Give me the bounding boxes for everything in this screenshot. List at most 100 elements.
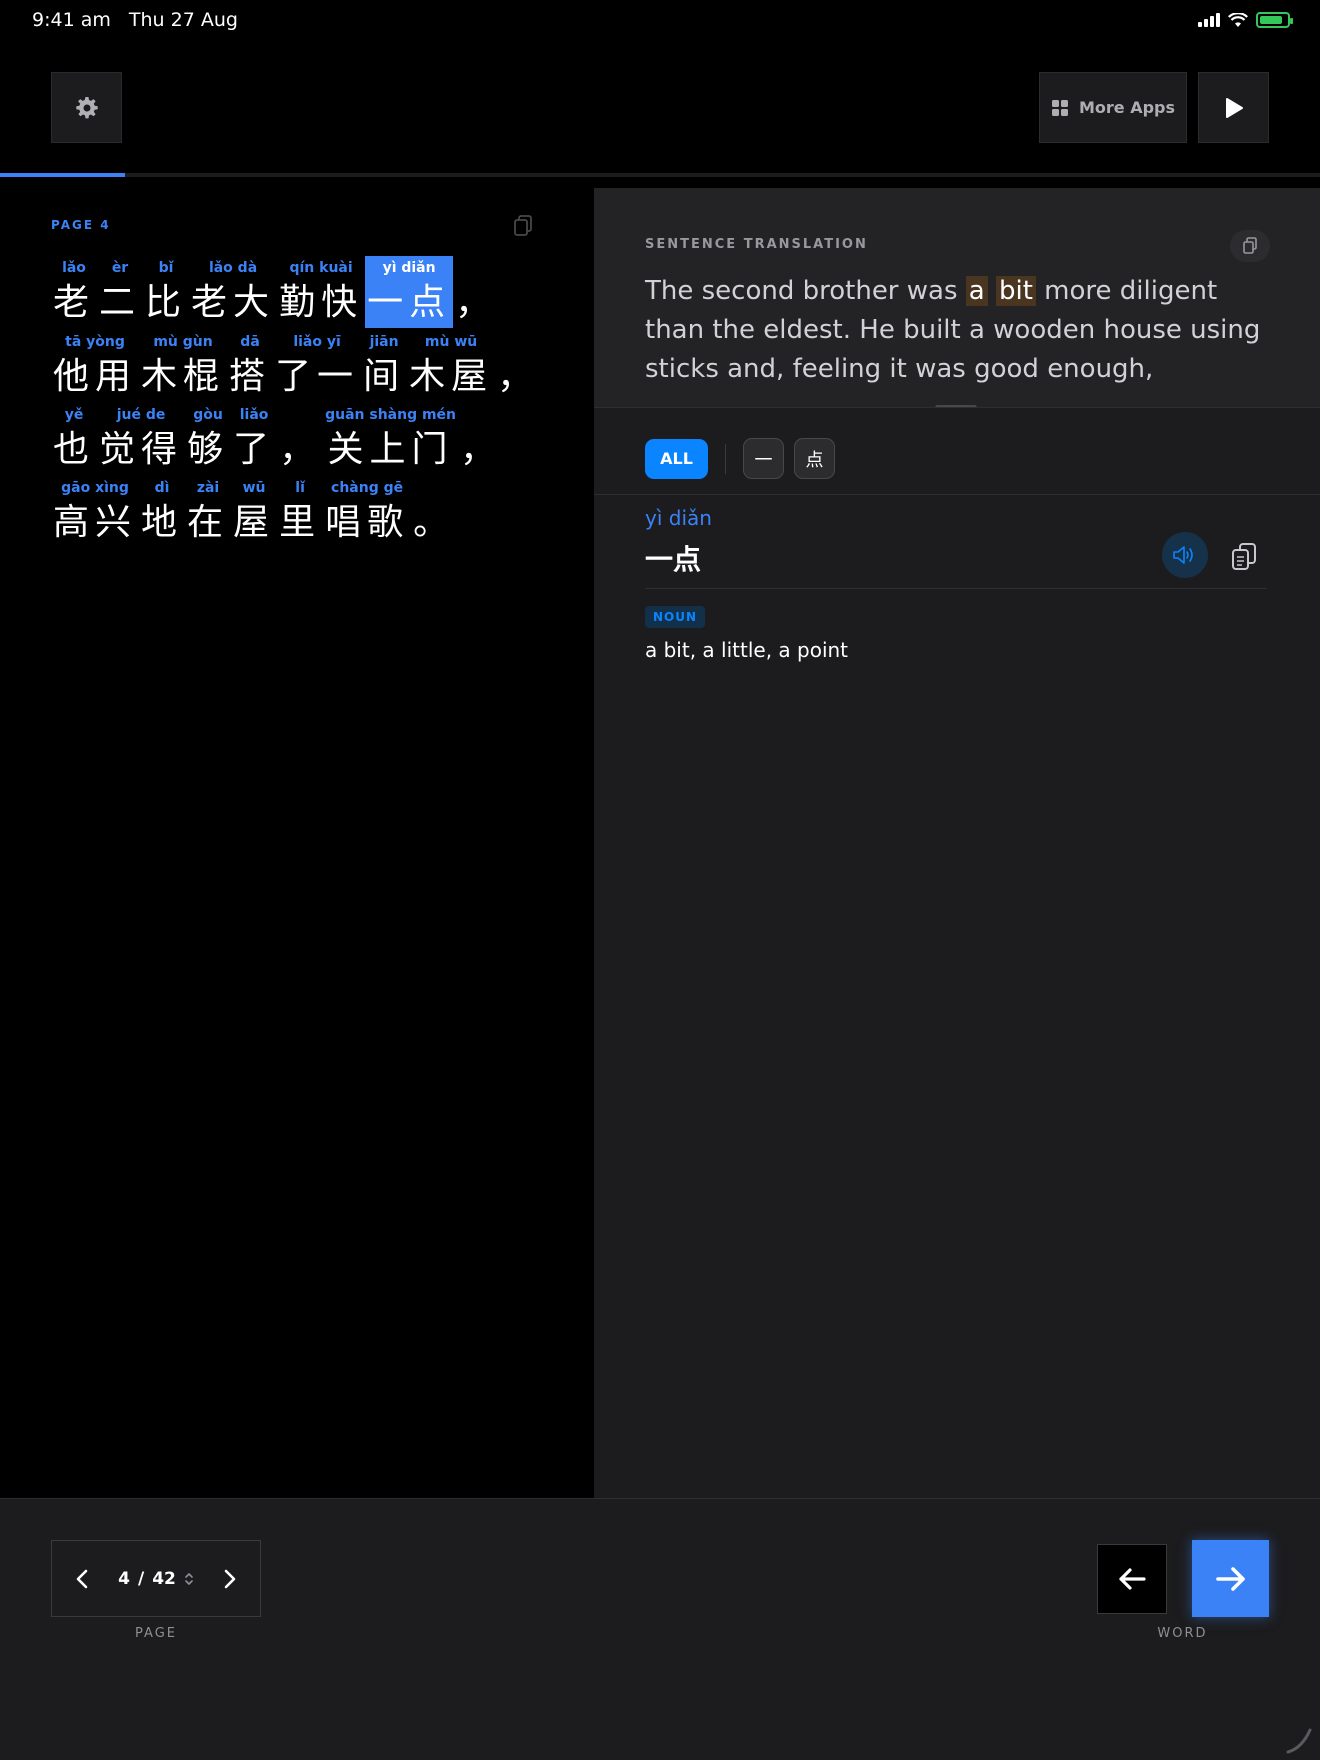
more-apps-button[interactable]: More Apps: [1039, 72, 1187, 143]
chevron-right-icon: [224, 1569, 236, 1588]
play-button[interactable]: [1198, 72, 1269, 143]
status-date: Thu 27 Aug: [128, 9, 238, 31]
reader-word[interactable]: gāo xìng 高兴: [51, 476, 139, 548]
reader-word[interactable]: lǎo 老: [51, 256, 97, 328]
word-hanzi: 老大: [191, 282, 276, 323]
word-pinyin: dì: [154, 480, 170, 496]
bottom-navigation: 4 / 42 PAGE WORD: [0, 1498, 1320, 1760]
word-hanzi: ，: [460, 429, 503, 470]
status-icons: [1198, 12, 1293, 28]
word-hanzi: 唱歌: [325, 502, 410, 543]
sentence-translation: SENTENCE TRANSLATION The second brother …: [594, 188, 1320, 408]
page-pager: 4 / 42: [51, 1540, 261, 1617]
reader-word[interactable]: guān shàng mén 关上门: [323, 403, 458, 475]
word-pinyin: lǎo dà: [208, 260, 258, 276]
selected-word[interactable]: yì diǎn 一点: [365, 256, 454, 328]
previous-word-button[interactable]: [1097, 1544, 1167, 1614]
reader-word[interactable]: 。: [411, 476, 457, 548]
word-hanzi: 搭: [229, 356, 272, 397]
reader-word[interactable]: mù wū 木屋: [407, 330, 495, 402]
word-hanzi: 在: [187, 502, 230, 543]
reader-word[interactable]: ，: [495, 330, 541, 402]
word-pinyin: mù gùn: [153, 334, 213, 350]
reader-word[interactable]: tā yòng 他用: [51, 330, 139, 402]
word-pinyin: zài: [196, 480, 220, 496]
reader-word[interactable]: yě 也: [51, 403, 97, 475]
word-pinyin: jiān: [369, 334, 399, 350]
filter-char-yi[interactable]: 一: [743, 438, 784, 479]
reader-word[interactable]: lǎo dà 老大: [189, 256, 277, 328]
reader-word[interactable]: bǐ 比: [143, 256, 189, 328]
word-hanzi: 他用: [53, 356, 138, 397]
copy-translation-button[interactable]: [1230, 230, 1270, 262]
word-hanzi: 了一: [275, 356, 360, 397]
cellular-signal-icon: [1198, 13, 1220, 27]
arrow-left-icon: [1119, 1568, 1146, 1590]
word-pinyin: yì diǎn: [382, 260, 436, 276]
word-hanzi: 够: [187, 429, 230, 470]
word-nav-label: WORD: [1157, 1626, 1208, 1641]
reader-word[interactable]: chàng gē 唱歌: [323, 476, 411, 548]
reader-word[interactable]: jiān 间: [361, 330, 407, 402]
word-pinyin: lǎo: [62, 260, 86, 276]
word-hanzi: ，: [455, 282, 498, 323]
translation-label: SENTENCE TRANSLATION: [645, 237, 868, 252]
page-current: 4: [118, 1568, 130, 1589]
word-hanzi: 木屋: [409, 356, 494, 397]
word-hanzi: ，: [279, 429, 322, 470]
word-pinyin: bǐ: [158, 260, 174, 276]
word-hanzi: 关上门: [327, 429, 454, 470]
translation-highlight-a: a: [965, 276, 988, 306]
previous-page-button[interactable]: [64, 1561, 100, 1597]
next-word-button[interactable]: [1192, 1540, 1269, 1617]
copy-icon: [1243, 237, 1257, 254]
next-page-button[interactable]: [212, 1561, 248, 1597]
reader-word[interactable]: mù gùn 木棍: [139, 330, 227, 402]
resize-corner-icon: [1286, 1728, 1312, 1754]
reader-word[interactable]: èr 二: [97, 256, 143, 328]
status-bar: 9:41 am Thu 27 Aug: [0, 0, 1320, 44]
reader-word[interactable]: dì 地: [139, 476, 185, 548]
text-line-2: tā yòng 他用 mù gùn 木棍 dā 搭 liǎo yī 了一 jiān 间 mù wū 木…: [51, 330, 541, 402]
filter-all-button[interactable]: ALL: [645, 438, 708, 479]
word-hanzi: ，: [497, 356, 540, 397]
word-pinyin: chàng gē: [331, 480, 404, 496]
reader-word[interactable]: liǎo yī 了一: [273, 330, 361, 402]
reader-word[interactable]: jué de 觉得: [97, 403, 185, 475]
word-hanzi: 觉得: [99, 429, 184, 470]
reader-word[interactable]: lǐ 里: [277, 476, 323, 548]
word-hanzi: 。: [413, 502, 456, 543]
pronounce-button[interactable]: [1162, 532, 1208, 578]
entry-pinyin: yì diǎn: [645, 506, 712, 530]
reader-word[interactable]: wū 屋: [231, 476, 277, 548]
reader-word[interactable]: liǎo 了: [231, 403, 277, 475]
word-pinyin: wū: [242, 480, 266, 496]
word-hanzi: 勤快: [279, 282, 364, 323]
page-selector[interactable]: 4 / 42: [118, 1569, 194, 1589]
filter-row-divider: [594, 494, 1320, 495]
reader-word[interactable]: dā 搭: [227, 330, 273, 402]
page-label: PAGE 4: [51, 218, 111, 232]
filter-divider: [725, 443, 726, 474]
battery-charging-icon: [1256, 12, 1293, 28]
panel-drag-handle[interactable]: [935, 405, 977, 407]
gear-icon: [75, 96, 98, 118]
word-hanzi: 老: [53, 282, 96, 323]
entry-definition: a bit, a little, a point: [645, 638, 849, 662]
arrow-right-icon: [1215, 1566, 1245, 1591]
reader-word[interactable]: gòu 够: [185, 403, 231, 475]
reader-word[interactable]: ，: [277, 403, 323, 475]
settings-button[interactable]: [51, 72, 122, 143]
translation-text: The second brother was a bit more dilige…: [645, 272, 1265, 389]
text-line-4: gāo xìng 高兴 dì 地 zài 在 wū 屋 lǐ 里 chàng gē 唱歌。: [51, 476, 457, 548]
reader-word[interactable]: ，: [458, 403, 504, 475]
copy-entry-icon[interactable]: [1230, 542, 1258, 572]
reader-word[interactable]: qín kuài 勤快: [277, 256, 365, 328]
word-pinyin: lǐ: [295, 480, 305, 496]
reader-word[interactable]: ，: [453, 256, 499, 328]
reader-word[interactable]: zài 在: [185, 476, 231, 548]
text-line-1: lǎo 老 èr 二 bǐ 比 lǎo dà 老大 qín kuài 勤快 yì diǎn 一点，: [51, 256, 499, 328]
filter-char-dian[interactable]: 点: [794, 438, 835, 479]
copy-text-icon[interactable]: [512, 214, 534, 238]
word-pinyin: èr: [111, 260, 129, 276]
